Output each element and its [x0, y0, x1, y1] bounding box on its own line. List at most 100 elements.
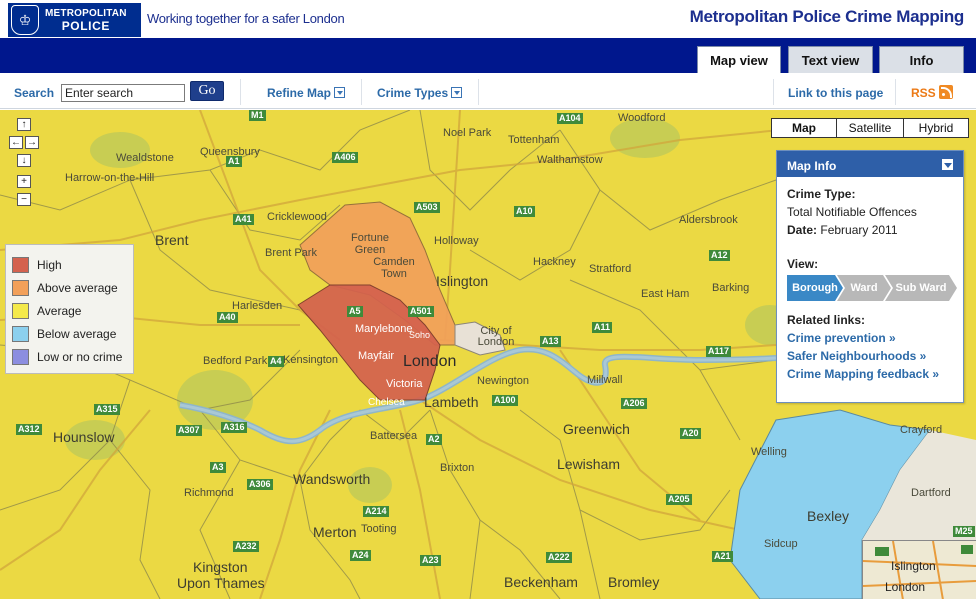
place-label: Marylebone: [355, 323, 413, 335]
road-shield: A21: [712, 551, 733, 562]
rss-icon[interactable]: [939, 85, 953, 99]
road-shield: A503: [414, 202, 440, 213]
map-info-panel: Map Info Crime Type: Total Notifiable Of…: [776, 150, 964, 403]
place-label: Bexley: [807, 508, 850, 524]
place-label: Walthamstow: [537, 154, 603, 166]
crime-prevention-link[interactable]: Crime prevention »: [787, 329, 953, 347]
place-label: Greenwich: [563, 421, 630, 437]
road-shield: A40: [217, 312, 238, 323]
overview-minimap[interactable]: Islington London: [862, 540, 976, 599]
road-shield: A24: [350, 550, 371, 561]
road-shield: A4: [268, 356, 284, 367]
place-label: Victoria: [386, 378, 423, 390]
rss-link[interactable]: RSS: [911, 86, 936, 100]
crime-type-label: Crime Type:: [787, 187, 856, 201]
road-shield: A232: [233, 541, 259, 552]
collapse-icon[interactable]: [942, 159, 953, 170]
site-header: ♔ METROPOLITAN POLICE Working together f…: [0, 0, 976, 38]
place-label: Millwall: [587, 374, 623, 386]
place-label: City of London: [477, 325, 515, 348]
place-label: Brent Park: [265, 247, 317, 259]
legend-label: Average: [37, 303, 82, 318]
map-info-header[interactable]: Map Info: [777, 151, 963, 177]
tab-map-view[interactable]: Map view: [697, 46, 781, 73]
zoom-in-button[interactable]: +: [17, 175, 31, 188]
place-label: Brixton: [440, 462, 475, 474]
search-input[interactable]: [61, 84, 185, 102]
place-label: Brent: [155, 232, 189, 248]
road-shield: A312: [16, 424, 42, 435]
legend-swatch: [12, 279, 29, 296]
link-to-page[interactable]: Link to this page: [788, 86, 883, 100]
road-shield: A11: [592, 322, 613, 333]
road-shield: A100: [492, 395, 518, 406]
refine-map-button[interactable]: Refine Map: [267, 86, 346, 100]
place-label: East Ham: [641, 288, 690, 300]
crime-mapping-feedback-link[interactable]: Crime Mapping feedback »: [787, 365, 953, 383]
legend-label: Above average: [37, 280, 118, 295]
place-label: Cricklewood: [267, 211, 327, 223]
crime-type-value: Total Notifiable Offences: [787, 205, 917, 219]
view-sub-ward-button[interactable]: Sub Ward: [885, 275, 957, 301]
road-shield: A41: [233, 214, 254, 225]
legend-item-low: Low or no crime: [12, 345, 127, 368]
dropdown-arrow-icon: [451, 87, 463, 98]
pan-right-button[interactable]: →: [25, 136, 39, 149]
map-type-satellite-button[interactable]: Satellite: [836, 118, 904, 138]
place-label: Beckenham: [504, 574, 578, 590]
place-label: Battersea: [370, 430, 418, 442]
legend-item-below-average: Below average: [12, 322, 127, 345]
divider: [478, 79, 479, 105]
place-label: Bedford Park: [203, 355, 268, 367]
legend-swatch: [12, 325, 29, 342]
divider: [895, 79, 896, 105]
police-crest-icon: ♔: [11, 5, 39, 35]
road-shield: A23: [420, 555, 441, 566]
place-label: Chelsea: [368, 397, 405, 408]
divider: [240, 79, 241, 105]
map-type-hybrid-button[interactable]: Hybrid: [903, 118, 969, 138]
road-shield: A206: [621, 398, 647, 409]
place-label: Wandsworth: [293, 471, 371, 487]
place-label: Wealdstone: [116, 152, 174, 164]
date-value: February 2011: [820, 223, 898, 237]
place-label: Harlesden: [232, 300, 283, 312]
road-shield: M1: [249, 110, 266, 121]
crime-types-button[interactable]: Crime Types: [377, 86, 463, 100]
go-button[interactable]: Go: [190, 81, 224, 101]
place-label: Stratford: [589, 263, 632, 275]
safer-neighbourhoods-link[interactable]: Safer Neighbourhoods »: [787, 347, 953, 365]
view-ward-button[interactable]: Ward: [837, 275, 891, 301]
road-shield: A2: [426, 434, 442, 445]
zoom-out-button[interactable]: −: [17, 193, 31, 206]
view-selector: Borough Ward Sub Ward: [787, 275, 953, 301]
place-label: Noel Park: [443, 127, 492, 139]
map-type-map-button[interactable]: Map: [771, 118, 837, 138]
legend-label: High: [37, 257, 62, 272]
divider: [773, 79, 774, 105]
place-label: Aldersbrook: [679, 214, 738, 226]
place-label: Crayford: [900, 424, 943, 436]
met-police-logo[interactable]: ♔ METROPOLITAN POLICE: [8, 3, 141, 37]
crime-mapping-app: ♔ METROPOLITAN POLICE Working together f…: [0, 0, 976, 599]
minimap-place-label: London: [885, 580, 926, 594]
place-label: Holloway: [434, 235, 479, 247]
view-borough-button[interactable]: Borough: [787, 275, 843, 301]
place-label: Lewisham: [557, 456, 621, 472]
road-shield: A315: [94, 404, 120, 415]
legend-swatch: [12, 348, 29, 365]
crime-types-label: Crime Types: [377, 86, 449, 100]
place-label: Woodford: [618, 112, 666, 124]
place-label: Merton: [313, 524, 357, 540]
crime-map[interactable]: Noel Park Woodford Tottenham Walthamstow…: [0, 110, 976, 599]
road-shield: A117: [706, 346, 732, 357]
pan-down-button[interactable]: ↓: [17, 154, 31, 167]
tab-text-view[interactable]: Text view: [788, 46, 873, 73]
place-label: Kingston: [193, 559, 248, 575]
dropdown-arrow-icon: [334, 87, 346, 98]
tab-info[interactable]: Info: [879, 46, 964, 73]
place-label: Islington: [436, 273, 489, 289]
pan-up-button[interactable]: ↑: [17, 118, 31, 131]
place-label: Sidcup: [764, 538, 798, 550]
pan-left-button[interactable]: ←: [9, 136, 23, 149]
